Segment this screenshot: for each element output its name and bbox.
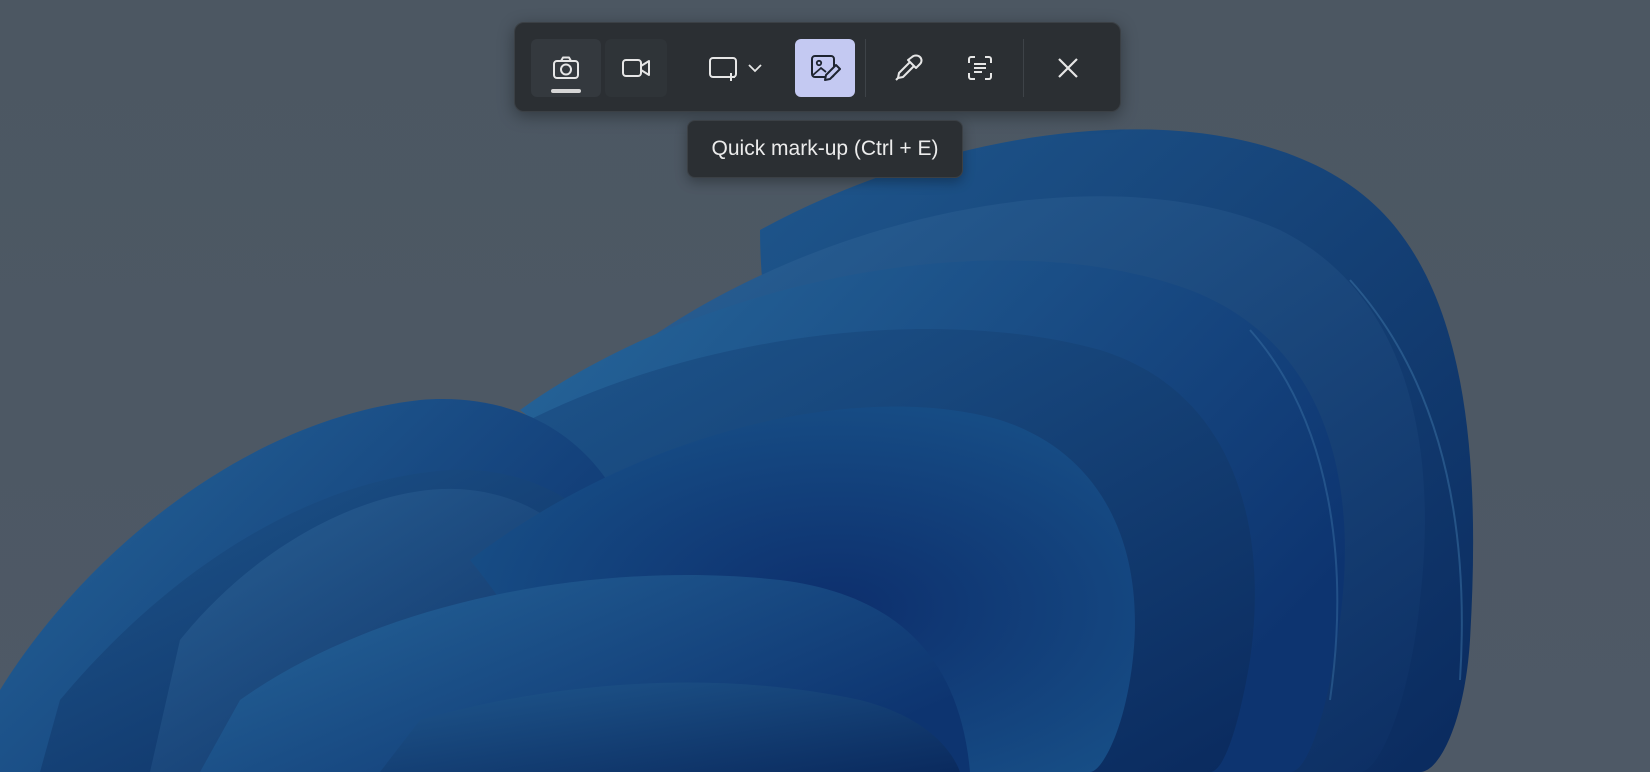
camera-icon (551, 53, 581, 83)
close-button[interactable] (1037, 39, 1099, 97)
snip-video-mode-button[interactable] (605, 39, 667, 97)
image-pen-icon (809, 52, 841, 84)
close-icon (1055, 55, 1081, 81)
eyedropper-icon (893, 53, 923, 83)
desktop-screen: Quick mark-up (Ctrl + E) (0, 0, 1650, 772)
snip-area-mode-dropdown[interactable] (691, 39, 779, 97)
video-camera-icon (620, 53, 652, 83)
snip-photo-mode-button[interactable] (531, 39, 601, 97)
chevron-down-icon (747, 62, 763, 74)
toolbar-separator (865, 39, 866, 97)
text-scan-icon (965, 53, 995, 83)
active-mode-indicator (551, 89, 581, 93)
text-extractor-button[interactable] (949, 39, 1011, 97)
windows-bloom-wallpaper (0, 0, 1650, 772)
snipping-toolbar (514, 22, 1121, 112)
color-picker-button[interactable] (877, 39, 939, 97)
quick-markup-tooltip: Quick mark-up (Ctrl + E) (687, 120, 963, 178)
quick-markup-button[interactable] (795, 39, 855, 97)
toolbar-separator (1023, 39, 1024, 97)
tooltip-text: Quick mark-up (Ctrl + E) (711, 137, 939, 160)
rectangle-area-icon (707, 53, 741, 83)
